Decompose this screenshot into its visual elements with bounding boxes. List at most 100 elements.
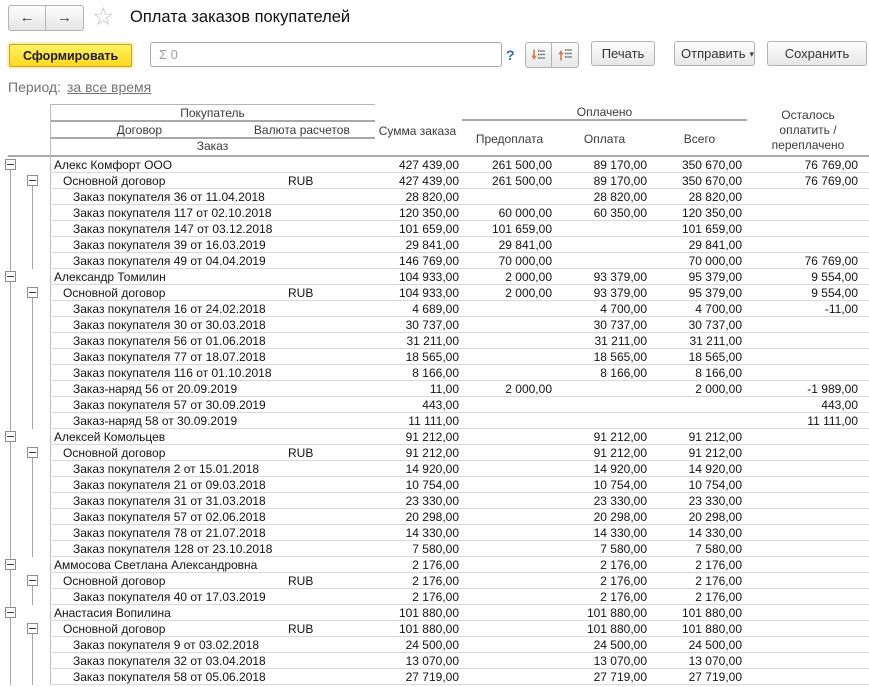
cell-name: Заказ покупателя 31 от 31.03.2018 [50,493,375,508]
cell-order-sum: 104 933,00 [375,285,462,300]
cell-payment: 7 580,00 [557,541,652,556]
cell-currency: RUB [288,286,313,300]
table-row-contract[interactable]: Основной договорRUB427 439,00261 500,008… [0,173,869,189]
tree-gutter-level1 [0,237,22,253]
collapse-contract-icon[interactable] [27,447,38,458]
collapse-contract-icon[interactable] [27,575,38,586]
tree-gutter-level1 [0,509,22,525]
tree-line [32,205,33,221]
collapse-customer-icon[interactable] [5,159,16,170]
table-row-order[interactable]: Заказ покупателя 2 от 15.01.201814 920,0… [0,461,869,477]
collapse-customer-icon[interactable] [5,271,16,282]
header-customer: Покупатель [50,105,375,122]
cell-remaining [747,605,869,620]
favorite-star-icon[interactable]: ☆ [92,2,114,32]
help-icon[interactable]: ? [506,47,515,63]
cell-name: Алексей Комольцев [50,429,375,444]
titlebar: ← → ☆ Оплата заказов покупателей [0,0,869,38]
cell-remaining [747,445,869,460]
table-row-order[interactable]: Заказ покупателя 57 от 02.06.201820 298,… [0,509,869,525]
print-button[interactable]: Печать [591,41,655,66]
table-row-contract[interactable]: Основной договорRUB91 212,0091 212,0091 … [0,445,869,461]
table-row-order[interactable]: Заказ покупателя 40 от 17.03.20192 176,0… [0,589,869,605]
collapse-customer-icon[interactable] [5,431,16,442]
table-row-customer[interactable]: Александр Томилин104 933,002 000,0093 37… [0,269,869,285]
table-row-order[interactable]: Заказ покупателя 77 от 18.07.201818 565,… [0,349,869,365]
table-row-order[interactable]: Заказ покупателя 36 от 11.04.201828 820,… [0,189,869,205]
table-row-customer[interactable]: Анастасия Вопилина101 880,00101 880,0010… [0,605,869,621]
cell-order-sum: 20 298,00 [375,509,462,524]
cell-paid-total: 20 298,00 [652,509,747,524]
collapse-contract-icon[interactable] [27,175,38,186]
tree-line [10,637,11,653]
table-row-order[interactable]: Заказ покупателя 39 от 16.03.201929 841,… [0,237,869,253]
cell-prepayment: 29 841,00 [462,237,557,252]
cell-order-sum: 443,00 [375,397,462,412]
table-row-order[interactable]: Заказ покупателя 31 от 31.03.201823 330,… [0,493,869,509]
cell-name: Анастасия Вопилина [50,605,375,620]
table-row-order[interactable]: Заказ покупателя 147 от 03.12.2018101 65… [0,221,869,237]
cell-payment: 27 719,00 [557,669,652,684]
tree-line [10,381,11,397]
table-row-contract[interactable]: Основной договорRUB2 176,002 176,002 176… [0,573,869,589]
collapse-customer-icon[interactable] [5,559,16,570]
table-row-order[interactable]: Заказ покупателя 30 от 30.03.201830 737,… [0,317,869,333]
table-row-order[interactable]: Заказ покупателя 57 от 30.09.2019443,004… [0,397,869,413]
table-row-order[interactable]: Заказ покупателя 117 от 02.10.2018120 35… [0,205,869,221]
tree-line [10,365,11,381]
period-link[interactable]: за все время [67,79,151,95]
tree-gutter-level2 [22,589,44,605]
cell-name: Заказ покупателя 2 от 15.01.2018 [50,461,375,476]
tree-gutter-level2 [22,157,44,173]
table-row-order[interactable]: Заказ покупателя 78 от 21.07.201814 330,… [0,525,869,541]
cell-remaining [747,349,869,364]
table-row-order[interactable]: Заказ покупателя 49 от 04.04.2019146 769… [0,253,869,269]
tree-gutter-level1 [0,493,22,509]
back-icon[interactable]: ← [8,5,46,31]
header-order: Заказ [50,139,375,153]
tree-line [32,509,33,525]
table-row-order[interactable]: Заказ-наряд 56 от 20.09.201911,002 000,0… [0,381,869,397]
cell-remaining: 76 769,00 [747,253,869,268]
tree-gutter-level1 [0,525,22,541]
table-row-order[interactable]: Заказ покупателя 58 от 05.06.201827 719,… [0,669,869,685]
save-button[interactable]: Сохранить [767,41,867,66]
cell-order-sum: 14 920,00 [375,461,462,476]
send-button[interactable]: Отправить▾ [674,41,755,66]
collapse-contract-icon[interactable] [27,623,38,634]
table-row-order[interactable]: Заказ покупателя 16 от 24.02.20184 689,0… [0,301,869,317]
cell-remaining [747,205,869,220]
table-row-order[interactable]: Заказ покупателя 9 от 03.02.201824 500,0… [0,637,869,653]
cell-name: Заказ покупателя 9 от 03.02.2018 [50,637,375,652]
tree-line [32,301,33,317]
period-label: Период: [8,79,61,95]
table-row-customer[interactable]: Аммосова Светлана Александровна2 176,002… [0,557,869,573]
table-row-order[interactable]: Заказ покупателя 116 от 01.10.20188 166,… [0,365,869,381]
table-header: Покупатель Договор Валюта расчетов Заказ… [0,104,869,157]
cell-currency: RUB [288,446,313,460]
collapse-contract-icon[interactable] [27,287,38,298]
cell-name: Заказ покупателя 40 от 17.03.2019 [50,589,375,604]
table-row-customer[interactable]: Алекс Комфорт ООО427 439,00261 500,0089 … [0,157,869,173]
table-row-contract[interactable]: Основной договорRUB101 880,00101 880,001… [0,621,869,637]
cell-prepayment [462,605,557,620]
cell-order-sum: 29 841,00 [375,237,462,252]
table-row-order[interactable]: Заказ-наряд 58 от 30.09.201911 111,0011 … [0,413,869,429]
table-row-order[interactable]: Заказ покупателя 21 от 09.03.201810 754,… [0,477,869,493]
cell-remaining: 76 769,00 [747,157,869,172]
table-row-order[interactable]: Заказ покупателя 32 от 03.04.201813 070,… [0,653,869,669]
quick-sum-input[interactable] [150,42,502,67]
tree-line [10,509,11,525]
tree-gutter-level1 [0,397,22,413]
table-row-order[interactable]: Заказ покупателя 56 от 01.06.201831 211,… [0,333,869,349]
generate-button[interactable]: Сформировать [9,44,132,67]
forward-icon[interactable]: → [46,5,84,31]
table-row-order[interactable]: Заказ покупателя 128 от 23.10.20187 580,… [0,541,869,557]
table-row-contract[interactable]: Основной договорRUB104 933,002 000,0093 … [0,285,869,301]
cell-order-sum: 2 176,00 [375,573,462,588]
expand-groups-icon[interactable] [525,42,552,68]
table-row-customer[interactable]: Алексей Комольцев91 212,0091 212,0091 21… [0,429,869,445]
cell-paid-total: 29 841,00 [652,237,747,252]
collapse-groups-icon[interactable] [552,42,579,68]
collapse-customer-icon[interactable] [5,607,16,618]
